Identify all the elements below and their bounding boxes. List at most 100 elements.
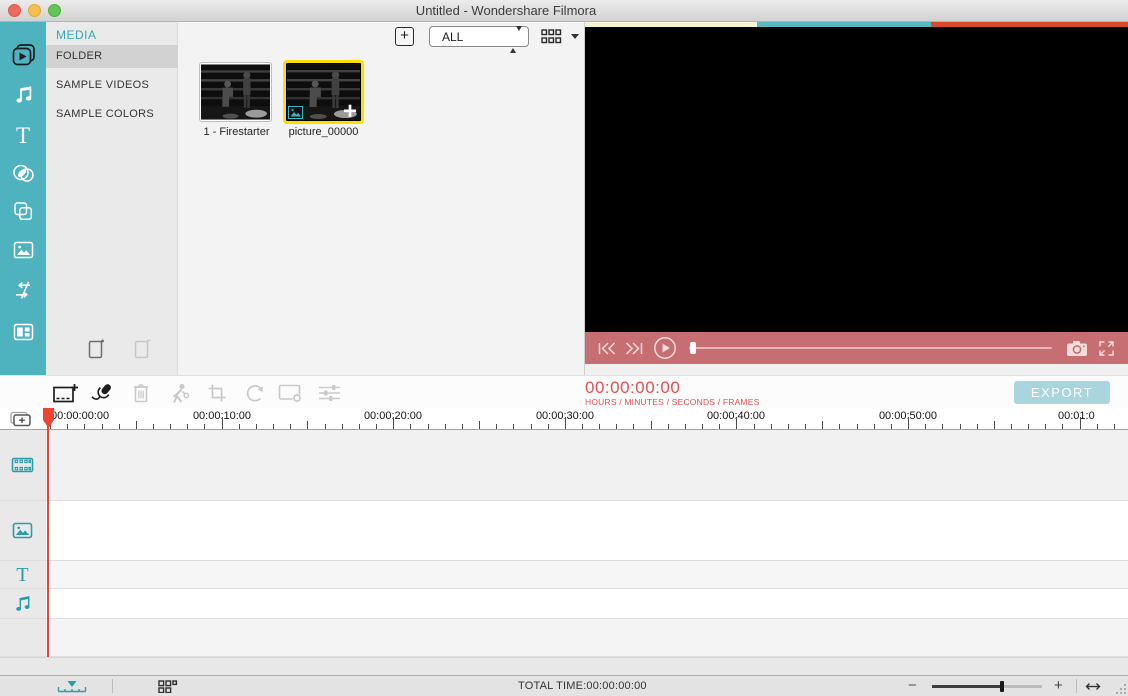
track-row-image[interactable] [0,501,1128,561]
sidebar-item-elements[interactable] [0,232,46,268]
sidebar-item-text[interactable]: T [0,117,46,153]
ruler-label: 00:00:00:00 [51,410,109,422]
seek-track [689,347,1052,349]
render-settings-button[interactable] [275,380,307,406]
horizontal-scroll-icon [1084,681,1102,692]
fit-timeline-icon [56,679,88,693]
transitions-icon [12,163,35,184]
media-panel-title: MEDIA [56,28,97,42]
track-manager-icon [158,680,185,693]
traffic-lights [8,4,68,22]
delete-icon [132,382,150,404]
add-to-timeline-overlay: + [343,100,357,124]
fullscreen-icon [1098,340,1115,357]
play-icon [653,336,677,360]
render-settings-icon [278,383,305,404]
media-item-sample-videos[interactable]: SAMPLE VIDEOS [46,74,178,97]
close-button[interactable] [8,4,21,17]
sidebar-item-transitions[interactable] [0,155,46,191]
add-to-timeline-icon [52,382,79,405]
sidebar-item-split-screen[interactable] [0,272,46,308]
add-track-button[interactable] [9,411,34,428]
track-row-text[interactable]: T [0,561,1128,589]
zoom-in-button[interactable]: + [1054,677,1063,695]
playhead-line [47,424,49,657]
media-thumbnail-picture-selected[interactable]: + [283,60,364,124]
titlebar: Untitled - Wondershare Filmora [0,0,1128,22]
thumbnail-label: picture_00000 [283,126,364,138]
timeline-scrollbar[interactable] [0,657,1128,675]
add-to-timeline-button[interactable] [49,380,81,406]
resize-grip-icon[interactable] [1115,683,1127,695]
filmora-window: Untitled - Wondershare Filmora T [0,0,1128,696]
sidebar-item-media[interactable] [0,37,46,73]
add-file-icon [87,338,107,360]
media-browser: + ALL + 1 - Firesta [178,22,584,375]
sidebar-item-overlays[interactable] [0,193,46,229]
snapshot-button[interactable] [1066,340,1088,357]
zoom-out-button[interactable]: − [908,677,917,695]
zoom-slider-handle[interactable] [1000,681,1004,692]
seek-handle[interactable] [690,342,696,354]
timeline-toolbar: 00:00:00:00 HOURS / MINUTES / SECONDS / … [0,375,1128,408]
media-item-sample-colors[interactable]: SAMPLE COLORS [46,103,178,126]
track-row-video[interactable] [0,430,1128,501]
minimize-button[interactable] [28,4,41,17]
play-button[interactable] [653,336,677,360]
status-bar: TOTAL TIME:00:00:00:00 − + [0,675,1128,696]
seek-slider[interactable] [689,342,1052,354]
media-filter-select[interactable]: ALL [429,26,529,47]
clip-thumbnail-image [201,64,270,120]
track-row-music[interactable] [0,589,1128,619]
previous-frame-icon [597,342,617,355]
media-thumbnail-firestarter[interactable] [199,62,272,122]
window-title: Untitled - Wondershare Filmora [416,3,596,18]
export-button[interactable]: EXPORT [1014,381,1110,404]
remove-file-button[interactable] [132,337,154,361]
previous-frame-button[interactable] [597,342,617,355]
crop-button[interactable] [201,380,233,406]
snapshot-camera-icon [1066,340,1088,357]
timeline-ruler[interactable]: 00:00:00:00 00:00:10:00 00:00:20:00 00:0… [0,408,1128,430]
next-frame-button[interactable] [624,342,644,355]
music-track-icon [13,595,32,613]
overlays-icon [13,201,33,221]
track-manager-button[interactable] [158,680,185,693]
add-file-button[interactable] [86,337,108,361]
media-item-folder[interactable]: FOLDER [46,45,178,68]
adjust-button[interactable] [313,380,345,406]
video-track-header [0,430,46,500]
fit-timeline-button[interactable] [56,679,88,693]
playback-controls [585,332,1128,364]
music-icon [13,85,34,105]
text-track-icon: T [16,565,28,585]
import-media-button[interactable]: + [395,27,414,46]
split-button[interactable] [163,380,195,406]
sidebar-item-layout[interactable] [0,314,46,350]
status-divider [112,679,113,693]
horizontal-scroll-button[interactable] [1084,681,1102,692]
media-library-icon [11,43,36,67]
view-mode-button[interactable] [541,29,579,44]
split-screen-icon [13,280,33,300]
rotate-button[interactable] [238,380,270,406]
adjust-icon [317,384,342,402]
layout-icon [13,323,34,341]
media-list-panel: MEDIA FOLDER SAMPLE VIDEOS SAMPLE COLORS [46,22,178,375]
fullscreen-button[interactable] [48,4,61,17]
track-row-empty[interactable] [0,619,1128,657]
text-titles-icon: T [16,124,30,147]
sidebar-item-music[interactable] [0,77,46,113]
image-badge-icon [288,106,303,119]
image-track-icon [12,522,33,539]
preview-bottom-spacer [585,364,1128,375]
timeline-zoom-slider[interactable] [932,685,1042,688]
crop-icon [207,383,227,403]
filter-selected-value: ALL [442,30,463,44]
sidebar: T [0,22,46,375]
delete-button[interactable] [125,380,157,406]
record-voiceover-button[interactable] [87,380,119,406]
record-voiceover-icon [91,381,115,405]
fullscreen-button[interactable] [1098,340,1115,357]
status-divider [1076,679,1077,693]
